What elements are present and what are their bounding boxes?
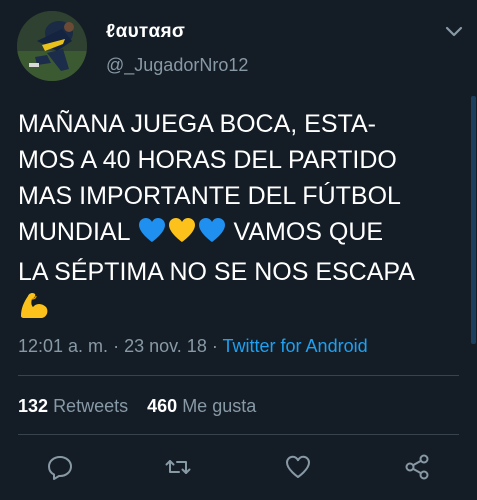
tweet-line: MAS IMPORTANTE DEL FÚTBOL [18, 182, 401, 210]
tweet-line: MOS A 40 HORAS DEL PARTIDO [18, 146, 397, 174]
tweet-meta: 12:01 a. m. · 23 nov. 18 · Twitter for A… [18, 336, 368, 357]
flexed-biceps-icon [18, 290, 50, 330]
tweet-line: MAÑANA JUEGA BOCA, ESTA- [18, 110, 376, 138]
scrollbar[interactable] [471, 96, 476, 344]
tweet-source-link[interactable]: Twitter for Android [223, 336, 368, 356]
meta-separator: · [113, 336, 120, 356]
share-icon[interactable] [403, 453, 431, 481]
tweet-date: 23 nov. 18 [124, 336, 207, 356]
tweet: ℓαυтαяσ @_JugadorNro12 MAÑANA JUEGA BOCA… [0, 0, 477, 500]
avatar[interactable] [17, 11, 87, 81]
tweet-text: MAÑANA JUEGA BOCA, ESTA- MOS A 40 HORAS … [18, 106, 468, 330]
tweet-line: MUNDIAL VAMOS QUE [18, 214, 468, 254]
yellow-heart-icon [167, 216, 197, 254]
retweet-icon[interactable] [164, 453, 192, 481]
meta-separator: · [211, 336, 218, 356]
reply-icon[interactable] [46, 453, 74, 481]
likes-label: Me gusta [182, 396, 257, 416]
tweet-line-part: VAMOS QUE [233, 218, 384, 246]
blue-heart-icon [197, 216, 227, 254]
chevron-down-icon[interactable] [443, 22, 465, 42]
heart-icon[interactable] [284, 453, 312, 481]
display-name[interactable]: ℓαυтαяσ [106, 21, 185, 43]
likes-count: 460 [147, 396, 178, 416]
retweets-label: Retweets [53, 396, 129, 416]
tweet-line: LA SÉPTIMA NO SE NOS ESCAPA [18, 258, 415, 286]
divider [18, 434, 459, 435]
retweets-stat[interactable]: 132 Retweets [18, 396, 128, 417]
blue-heart-icon [137, 216, 167, 254]
tweet-line [18, 290, 468, 330]
likes-stat[interactable]: 460 Me gusta [147, 396, 256, 417]
tweet-stats: 132 Retweets 460 Me gusta [18, 396, 256, 417]
retweets-count: 132 [18, 396, 49, 416]
user-handle[interactable]: @_JugadorNro12 [106, 55, 248, 76]
tweet-time: 12:01 a. m. [18, 336, 109, 356]
divider [18, 375, 459, 376]
tweet-line-part: MUNDIAL [18, 218, 130, 246]
